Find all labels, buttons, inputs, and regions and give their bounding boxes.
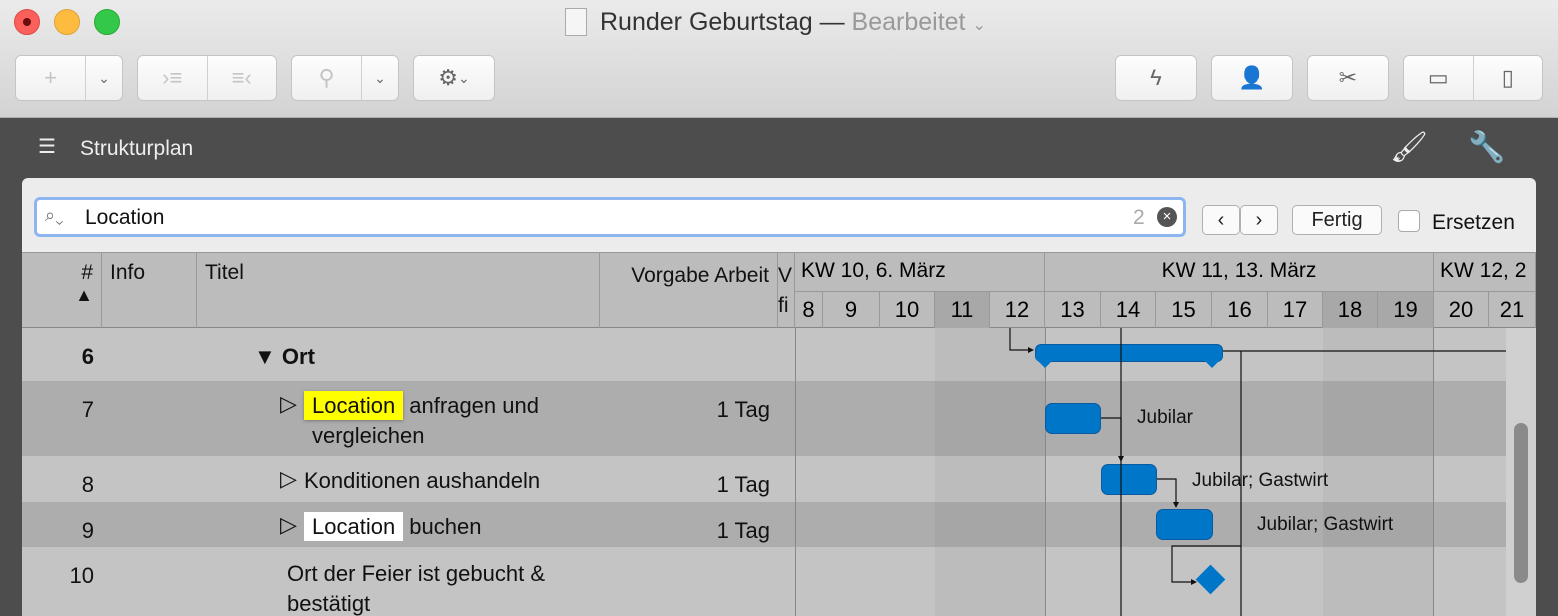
day-header: 16: [1212, 291, 1268, 329]
day-header: 11: [935, 291, 990, 329]
clear-search-icon[interactable]: ×: [1157, 207, 1177, 227]
brush-icon[interactable]: 🖌: [1390, 130, 1428, 165]
day-header: 18: [1323, 291, 1378, 329]
column-header-info[interactable]: Info: [102, 253, 197, 329]
add-button-group[interactable]: + ⌄: [15, 55, 123, 101]
day-header: 14: [1101, 291, 1156, 329]
settings-button[interactable]: ⚙ ⌄: [413, 55, 495, 101]
attach-button-group[interactable]: ⚲ ⌄: [291, 55, 399, 101]
previous-match-button[interactable]: ‹: [1202, 205, 1240, 235]
week-header: KW 12, 2: [1434, 253, 1536, 291]
gantt-header: KW 10, 6. März KW 11, 13. März KW 12, 2891…: [795, 253, 1536, 329]
match-count: 2: [1133, 206, 1145, 229]
title-bar: Runder Geburtstag — Bearbeitet ⌄ + ⌄ ›≡ ≡‹…: [0, 0, 1558, 118]
outline-icon: ☰: [38, 136, 56, 158]
day-header: 20: [1434, 291, 1489, 329]
day-header: 17: [1268, 291, 1323, 329]
search-icon[interactable]: ⌕⌄: [45, 205, 64, 226]
day-header: 9: [823, 291, 880, 329]
window-title: Runder Geburtstag — Bearbeitet ⌄: [600, 8, 986, 36]
search-input[interactable]: Location: [85, 206, 164, 230]
close-button[interactable]: [14, 9, 40, 35]
sort-ascending-icon: ▲: [75, 285, 93, 305]
day-header: 15: [1156, 291, 1212, 329]
replace-label: Ersetzen: [1432, 211, 1515, 234]
bottom-panel-icon[interactable]: ▭: [1404, 56, 1474, 100]
paperclip-icon[interactable]: ⚲: [292, 56, 362, 100]
right-panel-icon[interactable]: ▯: [1474, 56, 1543, 100]
person-button[interactable]: 👤: [1211, 55, 1293, 101]
lightning-button[interactable]: ϟ: [1115, 55, 1197, 101]
dependency-arrow: [1171, 351, 1242, 583]
chevron-down-icon[interactable]: ⌄: [86, 56, 122, 100]
view-title: Strukturplan: [80, 137, 194, 160]
table-header: # ▲ Info Titel Vorgabe Arbeit V fi KW 10,…: [22, 252, 1536, 329]
day-header: 8: [795, 291, 823, 329]
panel-toggle-group[interactable]: ▭ ▯: [1403, 55, 1543, 101]
day-header: 21: [1489, 291, 1536, 329]
tools-icon[interactable]: ✂: [1308, 56, 1388, 100]
wrench-icon[interactable]: 🔧: [1468, 130, 1505, 165]
minimize-button[interactable]: [54, 9, 80, 35]
gear-icon[interactable]: ⚙ ⌄: [414, 56, 494, 100]
outline-panel: ⌕⌄ Location 2 × ‹ › Fertig Ersetzen # ▲ I…: [22, 178, 1536, 616]
day-header: 13: [1045, 291, 1101, 329]
column-header-cut[interactable]: V fi: [778, 253, 795, 329]
outdent-icon[interactable]: ≡‹: [208, 56, 277, 100]
replace-checkbox[interactable]: [1398, 210, 1420, 232]
done-button[interactable]: Fertig: [1292, 205, 1382, 235]
chevron-down-icon[interactable]: ⌄: [362, 56, 398, 100]
next-match-button[interactable]: ›: [1240, 205, 1278, 235]
view-header: ☰ Strukturplan 🖌 🔧: [0, 118, 1558, 178]
column-header-number[interactable]: # ▲: [22, 253, 102, 329]
dependency-arrow: [1157, 478, 1177, 506]
vertical-scrollbar[interactable]: [1506, 328, 1536, 616]
week-header: KW 10, 6. März: [795, 253, 1045, 291]
day-header: 10: [880, 291, 935, 329]
scrollbar-thumb[interactable]: [1514, 423, 1528, 583]
indent-icon[interactable]: ›≡: [138, 56, 208, 100]
column-header-title[interactable]: Titel: [197, 253, 600, 329]
dependency-lines: [1009, 328, 1506, 616]
task-table: 6 ▼ Ort 7 ▷ Location anfragen und vergleichen…: [22, 328, 1536, 616]
add-icon[interactable]: +: [16, 56, 86, 100]
dependency-arrow: [1009, 328, 1032, 351]
column-header-work[interactable]: Vorgabe Arbeit: [600, 253, 778, 329]
tools-button[interactable]: ✂: [1307, 55, 1389, 101]
person-icon[interactable]: 👤: [1212, 56, 1292, 100]
day-header: 19: [1378, 291, 1434, 329]
indent-group[interactable]: ›≡ ≡‹: [137, 55, 277, 101]
week-header: KW 11, 13. März: [1045, 253, 1434, 291]
lightning-icon[interactable]: ϟ: [1116, 56, 1196, 100]
document-icon: [565, 8, 587, 36]
zoom-button[interactable]: [94, 9, 120, 35]
search-field[interactable]: ⌕⌄ Location 2 ×: [34, 197, 1186, 237]
dependency-arrow: [1101, 417, 1122, 460]
day-header: 12: [990, 291, 1045, 329]
